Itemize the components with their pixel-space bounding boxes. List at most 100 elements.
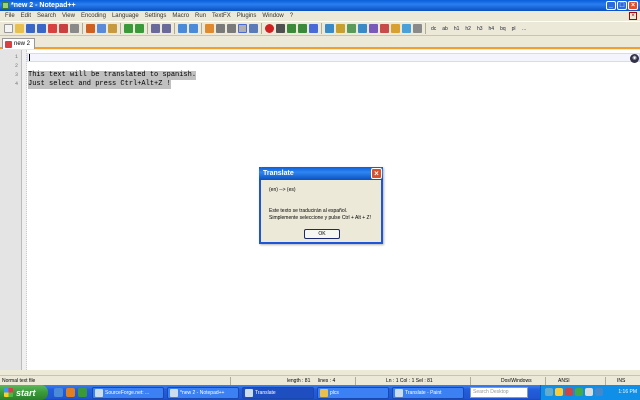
run-macro-multiple-icon[interactable] [298, 24, 307, 33]
status-position: Ln : 1 Col : 1 Sel : 81 [386, 378, 433, 384]
menu-search[interactable]: Search [34, 11, 59, 21]
close-window-button[interactable]: × [628, 1, 638, 10]
language-direction-text: (en) --> (es) [269, 187, 296, 193]
fold-margin[interactable] [22, 50, 27, 370]
indent-guide-icon[interactable] [238, 24, 247, 33]
plugin-tool-9-icon[interactable] [413, 24, 422, 33]
html-tag-h1-button[interactable]: h1 [452, 26, 462, 32]
html-tag-bq-button[interactable]: bq [498, 26, 508, 32]
dialog-close-button[interactable]: × [371, 168, 382, 179]
desktop-search-input[interactable]: Search Desktop [470, 387, 528, 398]
word-wrap-icon[interactable] [216, 24, 225, 33]
print-icon[interactable] [70, 24, 79, 33]
taskbar-item-notepad[interactable]: *new 2 - Notepad++ [167, 387, 239, 399]
tray-icon[interactable] [565, 388, 573, 396]
html-tag-pl-button[interactable]: pl [510, 26, 518, 32]
plugin-tool-7-icon[interactable] [391, 24, 400, 33]
cut-icon[interactable] [86, 24, 95, 33]
plugin-tool-4-icon[interactable] [358, 24, 367, 33]
replace-icon[interactable] [162, 24, 171, 33]
close-all-icon[interactable] [59, 24, 68, 33]
clock[interactable]: 1:16 PM [618, 385, 637, 400]
html-tag-ab-button[interactable]: ab [440, 26, 450, 32]
task-label: *new 2 - Notepad++ [180, 390, 225, 396]
paste-icon[interactable] [108, 24, 117, 33]
code-line-selected[interactable]: This text will be translated to spanish. [28, 71, 197, 80]
menu-plugins[interactable]: Plugins [234, 11, 260, 21]
stop-macro-icon[interactable] [276, 24, 285, 33]
menu-file[interactable]: File [2, 11, 18, 21]
text-caret [29, 54, 30, 61]
menu-settings[interactable]: Settings [142, 11, 170, 21]
close-file-icon[interactable] [48, 24, 57, 33]
minimize-button[interactable]: _ [606, 1, 616, 10]
menu-textfx[interactable]: TextFX [209, 11, 234, 21]
tray-icon[interactable] [555, 388, 563, 396]
find-icon[interactable] [151, 24, 160, 33]
network-icon[interactable] [595, 388, 603, 396]
show-all-chars-icon[interactable] [227, 24, 236, 33]
media-quicklaunch-icon[interactable] [78, 388, 87, 397]
save-macro-icon[interactable] [309, 24, 318, 33]
menu-run[interactable]: Run [192, 11, 209, 21]
dialog-title: Translate [263, 170, 294, 177]
taskbar-item-paint[interactable]: Translate - Paint [392, 387, 464, 399]
taskbar-item-translate[interactable]: Translate [242, 387, 314, 399]
menu-help[interactable]: ? [287, 11, 296, 21]
firefox-quicklaunch-icon[interactable] [66, 388, 75, 397]
html-tag-h4-button[interactable]: h4 [487, 26, 497, 32]
taskbar-item-plcs[interactable]: plcs [317, 387, 389, 399]
zoom-in-icon[interactable] [178, 24, 187, 33]
translated-line-1: Este texto se traducirán al español. [269, 208, 348, 214]
menu-edit[interactable]: Edit [18, 11, 34, 21]
tray-icon[interactable] [545, 388, 553, 396]
menu-view[interactable]: View [59, 11, 78, 21]
user-lang-icon[interactable] [249, 24, 258, 33]
status-insert-mode: INS [617, 378, 626, 384]
play-macro-icon[interactable] [287, 24, 296, 33]
toolbar-separator [321, 23, 322, 34]
tray-icon[interactable] [575, 388, 583, 396]
status-separator [230, 377, 231, 385]
ok-button[interactable]: OK [304, 229, 340, 239]
save-icon[interactable] [26, 24, 35, 33]
status-length: length : 81 [287, 378, 311, 384]
toolbar-separator [174, 23, 175, 34]
copy-icon[interactable] [97, 24, 106, 33]
record-macro-icon[interactable] [265, 24, 274, 33]
plugin-tool-1-icon[interactable] [325, 24, 334, 33]
html-tag-ellipsis-button[interactable]: … [520, 26, 529, 32]
menu-encoding[interactable]: Encoding [78, 11, 109, 21]
save-all-icon[interactable] [37, 24, 46, 33]
menu-macro[interactable]: Macro [169, 11, 192, 21]
plugin-tool-5-icon[interactable] [369, 24, 378, 33]
doc-map-icon[interactable]: ◉ [630, 54, 639, 63]
plugin-tool-6-icon[interactable] [380, 24, 389, 33]
html-tag-h2-button[interactable]: h2 [463, 26, 473, 32]
redo-icon[interactable] [135, 24, 144, 33]
task-label: Translate [255, 390, 276, 396]
menu-window[interactable]: Window [259, 11, 286, 21]
status-bar: Normal text file length : 81 lines : 4 L… [0, 375, 640, 385]
html-tag-h3-button[interactable]: h3 [475, 26, 485, 32]
volume-icon[interactable] [585, 388, 593, 396]
tab-bar: new 2 [0, 37, 640, 49]
taskbar-item-sourceforge[interactable]: SourceForge.net: ... [92, 387, 164, 399]
code-line-selected[interactable]: Just select and press Ctrl+Alt+Z ! [28, 80, 171, 89]
html-tag-dc-button[interactable]: dc [429, 26, 438, 32]
tab-new-2[interactable]: new 2 [2, 38, 35, 49]
plugin-tool-8-icon[interactable] [402, 24, 411, 33]
close-document-icon[interactable]: × [629, 12, 637, 20]
open-folder-icon[interactable] [15, 24, 24, 33]
menu-language[interactable]: Language [109, 11, 142, 21]
maximize-button[interactable]: □ [617, 1, 627, 10]
plugin-tool-2-icon[interactable] [336, 24, 345, 33]
sync-scroll-icon[interactable] [205, 24, 214, 33]
toolbar-separator [147, 23, 148, 34]
zoom-out-icon[interactable] [189, 24, 198, 33]
start-button[interactable]: start [0, 385, 48, 400]
ie-quicklaunch-icon[interactable] [54, 388, 63, 397]
undo-icon[interactable] [124, 24, 133, 33]
new-file-icon[interactable] [4, 24, 13, 33]
plugin-tool-3-icon[interactable] [347, 24, 356, 33]
